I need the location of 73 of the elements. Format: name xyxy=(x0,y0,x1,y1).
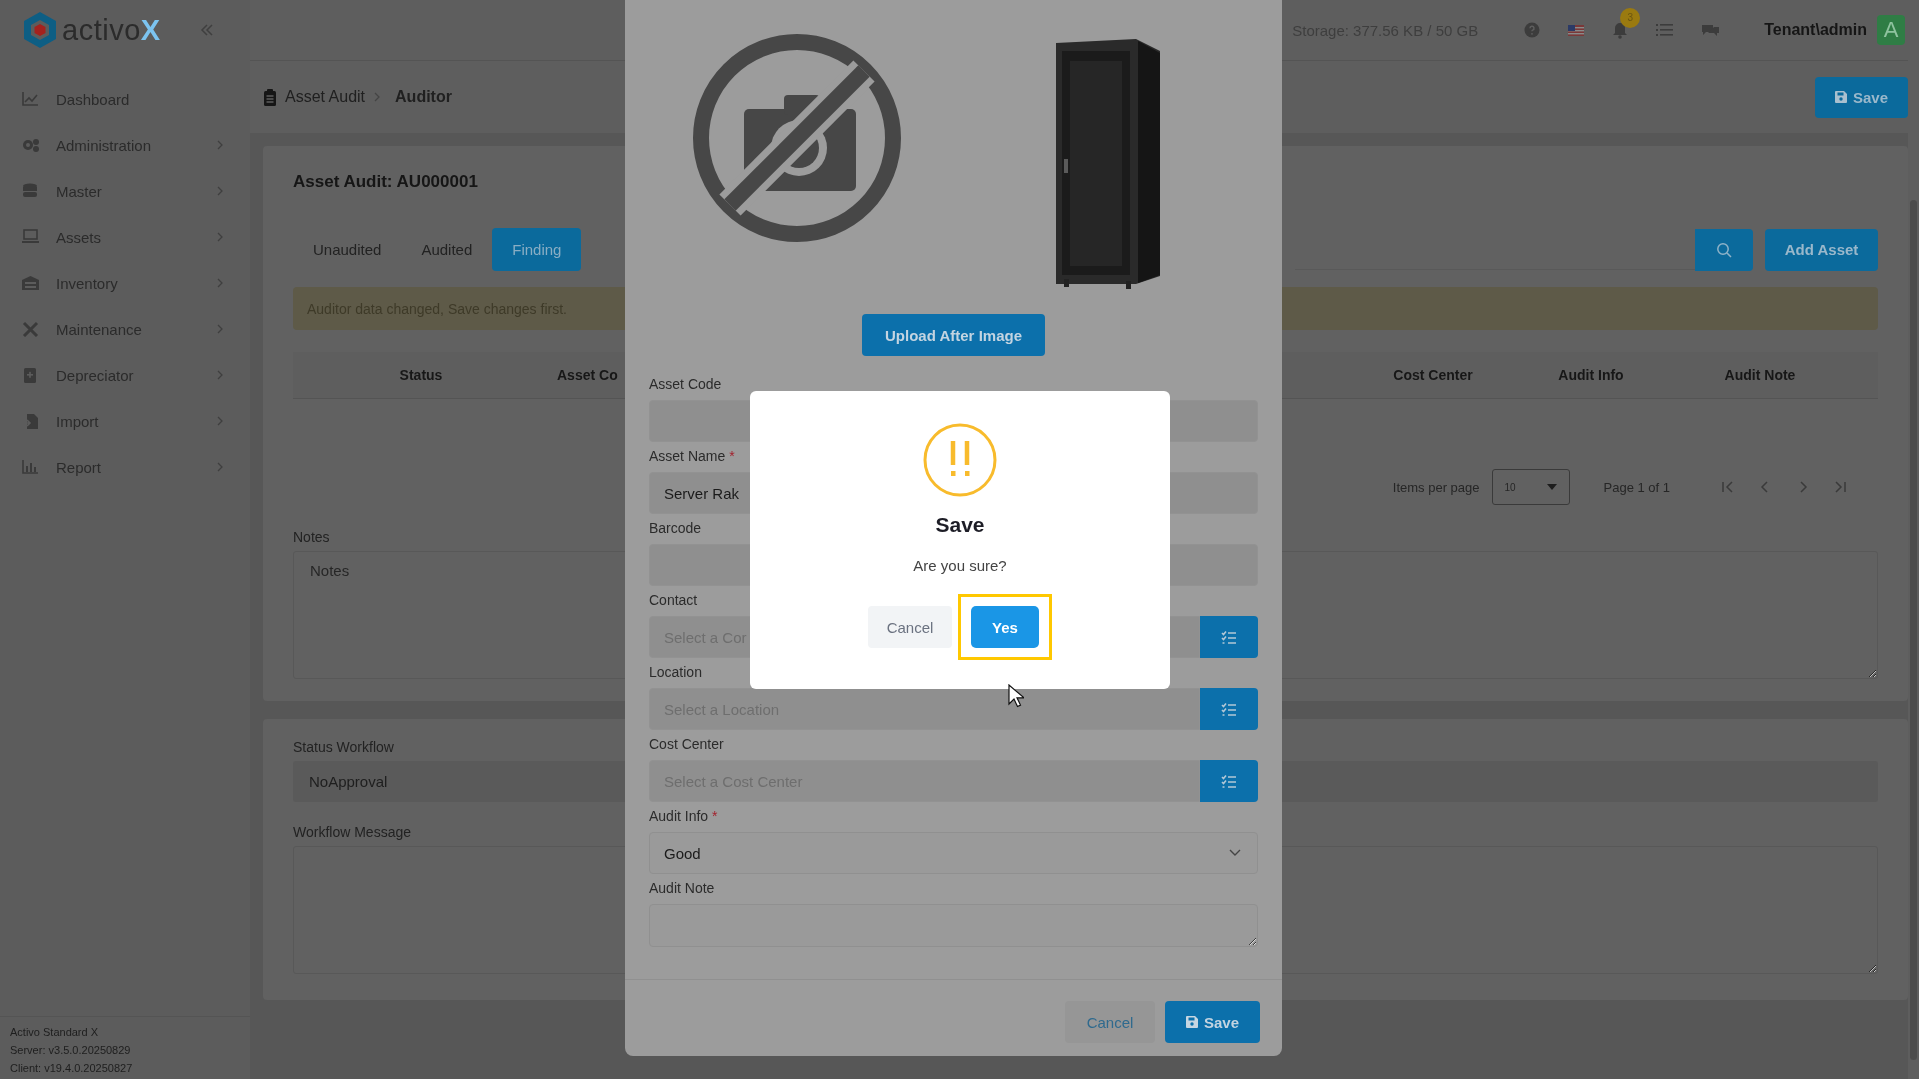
column-header: Asset Co xyxy=(556,367,618,383)
version-text: Client: v19.4.0.20250827 xyxy=(10,1061,134,1076)
last-page-icon[interactable] xyxy=(1834,480,1848,494)
tab[interactable]: Unaudited xyxy=(293,228,402,271)
checklist-icon xyxy=(1221,629,1237,645)
collapse-icon[interactable] xyxy=(200,23,214,37)
dialog-message: Are you sure? xyxy=(913,557,1007,574)
breadcrumb-link[interactable]: Asset Audit xyxy=(285,88,366,106)
laptop-icon xyxy=(22,229,39,245)
calculator-icon xyxy=(22,367,39,383)
field-label: Audit Note xyxy=(649,880,715,898)
field-label: Location xyxy=(649,664,702,682)
page-info: Page 1 of 1 xyxy=(1603,479,1670,495)
bar-chart-icon xyxy=(22,459,39,475)
database-icon xyxy=(22,183,39,199)
user-name[interactable]: Tenant\admin xyxy=(1764,21,1867,39)
breadcrumb-separator-icon xyxy=(373,91,382,103)
text-area-field[interactable] xyxy=(649,904,1258,947)
field-label: Cost Center xyxy=(649,736,724,754)
breadcrumb-current: Auditor xyxy=(395,88,452,106)
chevron-down-icon xyxy=(1229,849,1241,857)
dialog-title: Save xyxy=(935,513,985,537)
help-icon[interactable] xyxy=(1524,22,1541,38)
cancel-button[interactable]: Cancel xyxy=(1065,1001,1155,1043)
version-text: Activo Standard X xyxy=(10,1025,100,1040)
field-label: Contact xyxy=(649,592,698,610)
yes-button[interactable]: Yes xyxy=(971,606,1039,648)
tools-icon xyxy=(22,321,39,337)
lookup-button[interactable] xyxy=(1200,760,1258,802)
logo-icon xyxy=(22,11,58,49)
column-header: Status xyxy=(399,367,443,383)
items-per-page-label: Items per page xyxy=(1392,479,1480,495)
search-button[interactable] xyxy=(1695,228,1753,271)
field-label: Notes xyxy=(293,529,330,545)
clipboard-icon xyxy=(263,88,277,106)
save-button[interactable]: Save xyxy=(1165,1001,1260,1043)
version-text: Server: v3.5.0.20250829 xyxy=(10,1043,132,1058)
no-photo-icon xyxy=(692,33,903,243)
logo-wordmark: activoX xyxy=(62,13,161,47)
field-label: Status Workflow xyxy=(293,739,394,755)
chart-icon xyxy=(22,91,39,107)
checklist-icon xyxy=(1221,773,1237,789)
task-list-icon[interactable] xyxy=(1656,23,1674,37)
user-avatar[interactable]: A xyxy=(1877,15,1905,45)
field-label: Audit Info * xyxy=(649,808,718,826)
add-asset-button[interactable]: Add Asset xyxy=(1765,228,1878,271)
flag-icon[interactable] xyxy=(1568,24,1585,36)
field-label: Workflow Message xyxy=(293,824,411,840)
page-size-select[interactable]: 10 xyxy=(1491,469,1570,505)
lookup-button[interactable] xyxy=(1200,688,1258,730)
first-page-icon[interactable] xyxy=(1720,480,1734,494)
chat-icon[interactable] xyxy=(1701,22,1721,38)
dropdown-caret-icon xyxy=(1546,484,1557,490)
tab[interactable]: Finding xyxy=(492,228,582,271)
cancel-button[interactable]: Cancel xyxy=(868,606,952,648)
search-icon xyxy=(1716,241,1732,258)
field-label: Asset Name * xyxy=(649,448,735,466)
field-label: Asset Code xyxy=(649,376,722,394)
upload-after-image-button[interactable]: Upload After Image xyxy=(862,314,1045,356)
warehouse-icon xyxy=(22,275,39,291)
save-button[interactable]: Save xyxy=(1815,76,1908,118)
warning-icon xyxy=(923,423,997,497)
column-header: Cost Center xyxy=(1393,367,1473,383)
column-header: Audit Info xyxy=(1558,367,1624,383)
page-title: Asset Audit: AU000001 xyxy=(293,172,479,192)
checklist-icon xyxy=(1221,701,1237,717)
bell-icon[interactable] xyxy=(1612,21,1629,39)
field-label: Barcode xyxy=(649,520,702,538)
column-header: Audit Note xyxy=(1724,367,1796,383)
select-field[interactable]: Good xyxy=(649,832,1258,874)
tab[interactable]: Audited xyxy=(401,228,493,271)
lookup-button[interactable] xyxy=(1200,616,1258,658)
gears-icon xyxy=(22,137,39,153)
